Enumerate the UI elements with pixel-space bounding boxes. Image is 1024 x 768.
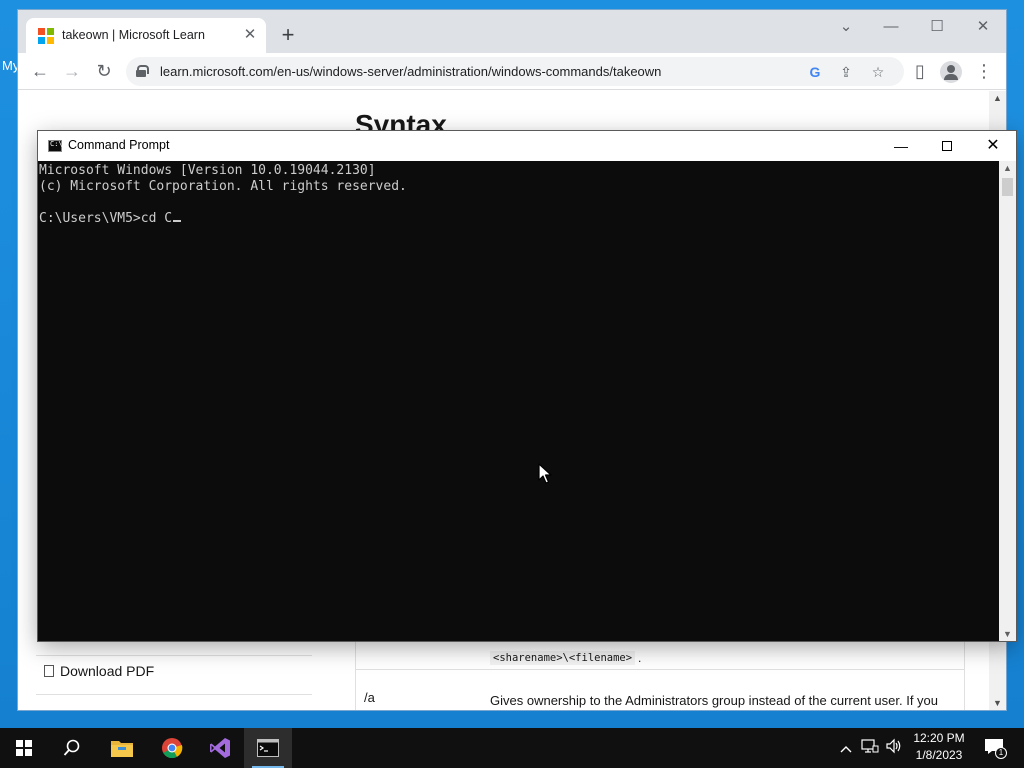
chrome-menu-icon[interactable]: ⋮ — [973, 61, 995, 83]
taskbar-command-prompt[interactable] — [244, 728, 292, 768]
param-name: /a — [364, 690, 375, 705]
console-prompt-line[interactable]: C:\Users\VM5>cd C — [39, 211, 998, 227]
forward-button[interactable]: → — [61, 61, 83, 83]
taskbar-visual-studio[interactable] — [196, 728, 244, 768]
download-pdf-link[interactable]: Download PDF — [44, 663, 154, 679]
notification-center-button[interactable]: 1 — [982, 738, 1007, 759]
microsoft-logo-icon — [38, 28, 54, 44]
param-description: Gives ownership to the Administrators gr… — [490, 693, 939, 708]
google-icon[interactable]: G — [806, 63, 824, 81]
parameters-table: <sharename>\<filename> . /a Gives owners… — [355, 631, 965, 710]
tab-title: takeown | Microsoft Learn — [62, 28, 205, 42]
search-button[interactable] — [48, 728, 96, 768]
scroll-up-icon[interactable]: ▲ — [993, 93, 1002, 103]
back-button[interactable]: ← — [29, 61, 51, 83]
cmd-scrollbar[interactable]: ▲ ▼ — [999, 161, 1016, 641]
file-explorer-icon — [111, 741, 133, 757]
browser-tab-takeown[interactable]: takeown | Microsoft Learn ✕ — [26, 18, 266, 53]
command-prompt-icon — [257, 739, 279, 757]
show-hidden-icons-chevron-up-icon[interactable] — [836, 738, 856, 758]
console-line: (c) Microsoft Corporation. All rights re… — [39, 179, 407, 194]
table-row-divider — [356, 669, 964, 670]
tab-search-icon[interactable]: ⌄ — [833, 16, 859, 38]
cmd-window-title: Command Prompt — [68, 138, 170, 152]
speaker-icon — [886, 738, 901, 754]
browser-minimize-button[interactable]: — — [878, 16, 904, 38]
taskbar-file-explorer[interactable] — [98, 728, 146, 768]
new-tab-button[interactable]: + — [276, 24, 300, 48]
address-bar[interactable]: learn.microsoft.com/en-us/windows-server… — [126, 57, 904, 86]
network-icon[interactable] — [860, 738, 880, 758]
pdf-icon — [44, 665, 54, 677]
desktop-icon-label[interactable]: My — [2, 58, 19, 73]
browser-maximize-button[interactable]: ☐ — [924, 16, 950, 38]
lock-icon[interactable] — [136, 65, 149, 77]
cmd-close-button[interactable]: ✕ — [970, 131, 1016, 161]
share-icon[interactable]: ⇪ — [837, 63, 855, 81]
start-button[interactable] — [0, 728, 48, 768]
divider — [36, 655, 312, 656]
clock-date[interactable]: 1/8/2023 — [908, 748, 970, 762]
scrollbar-thumb[interactable] — [1002, 178, 1013, 196]
tab-strip: takeown | Microsoft Learn ✕ + ⌄ — ☐ ✕ — [18, 10, 1006, 53]
profile-avatar-icon[interactable] — [940, 61, 962, 83]
browser-toolbar: ← → ↻ learn.microsoft.com/en-us/windows-… — [18, 53, 1006, 90]
windows-logo-icon — [16, 740, 32, 756]
command-prompt-window[interactable]: Command Prompt — ✕ Microsoft Windows [Ve… — [38, 131, 1016, 641]
visual-studio-icon — [210, 738, 230, 758]
code-suffix: . — [638, 651, 642, 665]
chrome-icon — [162, 738, 183, 759]
divider — [36, 694, 312, 695]
code-snippet: <sharename>\<filename> — [490, 651, 636, 665]
scroll-down-icon[interactable]: ▼ — [1003, 629, 1012, 639]
bookmark-star-icon[interactable]: ☆ — [869, 63, 887, 81]
scroll-up-icon[interactable]: ▲ — [1003, 163, 1012, 173]
cmd-app-icon[interactable] — [48, 140, 63, 152]
console-output[interactable]: Microsoft Windows [Version 10.0.19044.21… — [38, 161, 999, 641]
clock-time[interactable]: 12:20 PM — [908, 731, 970, 745]
tab-close-icon[interactable]: ✕ — [240, 25, 260, 45]
cmd-titlebar[interactable]: Command Prompt — ✕ — [38, 131, 1016, 161]
search-icon — [63, 739, 80, 756]
console-prompt-text: C:\Users\VM5>cd C — [39, 211, 173, 226]
cmd-minimize-button[interactable]: — — [878, 131, 924, 161]
reload-button[interactable]: ↻ — [93, 61, 115, 83]
chevron-up-icon — [840, 746, 852, 753]
url-text[interactable]: learn.microsoft.com/en-us/windows-server… — [160, 64, 661, 79]
mouse-pointer-icon — [538, 463, 552, 484]
cmd-maximize-button[interactable] — [924, 131, 970, 161]
console-line: Microsoft Windows [Version 10.0.19044.21… — [39, 163, 376, 178]
text-cursor — [173, 220, 182, 222]
browser-close-button[interactable]: ✕ — [970, 16, 996, 38]
volume-icon[interactable] — [884, 738, 904, 758]
download-pdf-label: Download PDF — [60, 663, 155, 679]
side-panel-icon[interactable]: ▯ — [909, 61, 931, 83]
maximize-icon — [942, 141, 952, 151]
network-monitor-icon — [861, 739, 879, 753]
notification-count-badge: 1 — [995, 747, 1007, 759]
scroll-down-icon[interactable]: ▼ — [993, 698, 1002, 708]
taskbar-chrome[interactable] — [148, 728, 196, 768]
taskbar: 12:20 PM 1/8/2023 1 — [0, 728, 1024, 768]
